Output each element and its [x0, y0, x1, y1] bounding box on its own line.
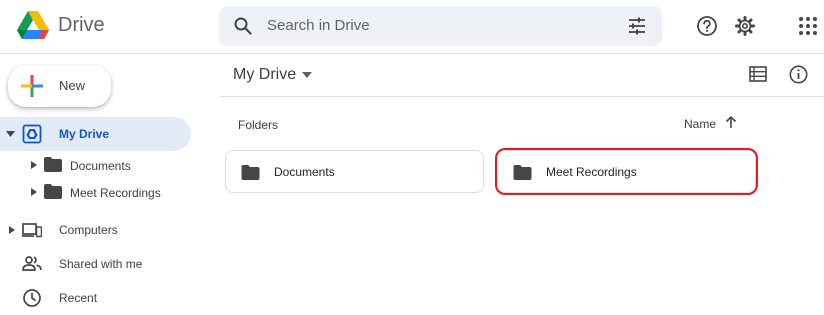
app-name: Drive — [58, 14, 105, 36]
sidebar-item-label: Recent — [59, 291, 98, 305]
sidebar-item-computers[interactable]: Computers — [0, 213, 191, 247]
sidebar-subfolder-documents[interactable]: Documents — [0, 152, 191, 178]
sidebar-item-label: Computers — [59, 223, 118, 237]
sidebar-subfolder-meet-recordings[interactable]: Meet Recordings — [0, 179, 191, 205]
my-drive-icon — [22, 124, 42, 144]
expand-arrow-icon[interactable] — [6, 131, 15, 137]
computers-icon — [22, 223, 42, 238]
top-bar: Drive Search in Drive — [0, 0, 824, 54]
chevron-down-icon[interactable] — [302, 72, 312, 78]
expand-arrow-icon[interactable] — [9, 226, 15, 234]
sidebar-item-recent[interactable]: Recent — [0, 281, 191, 315]
info-icon[interactable] — [789, 65, 808, 84]
folder-icon — [44, 157, 62, 172]
folder-name: Documents — [274, 165, 335, 179]
settings-icon[interactable] — [734, 15, 756, 37]
folder-name: Meet Recordings — [546, 165, 637, 179]
sidebar-subfolder-label: Documents — [70, 159, 131, 173]
clock-icon — [23, 289, 41, 307]
arrow-up-icon[interactable] — [724, 115, 738, 129]
sort-button[interactable]: Name — [684, 117, 716, 131]
section-label: Folders — [238, 118, 279, 132]
folder-icon — [44, 184, 62, 199]
help-icon[interactable] — [696, 15, 718, 37]
expand-arrow-icon[interactable] — [31, 188, 37, 196]
new-button-label: New — [59, 78, 86, 93]
list-view-icon[interactable] — [749, 66, 767, 82]
header-divider — [219, 96, 824, 97]
search-input[interactable]: Search in Drive — [267, 17, 370, 34]
page-title[interactable]: My Drive — [233, 66, 296, 84]
new-button[interactable]: New — [8, 65, 111, 107]
shared-people-icon — [22, 256, 42, 271]
sidebar-item-label: Shared with me — [59, 257, 143, 271]
drive-logo-icon[interactable] — [17, 11, 49, 40]
apps-grid-icon[interactable] — [797, 15, 819, 37]
plus-icon — [21, 75, 43, 97]
search-options-icon[interactable] — [627, 16, 647, 36]
sidebar-item-shared-with-me[interactable]: Shared with me — [0, 247, 191, 281]
folder-icon — [513, 165, 532, 180]
folder-card-documents[interactable]: Documents — [225, 150, 484, 193]
search-bar[interactable]: Search in Drive — [219, 6, 662, 46]
sidebar-subfolder-label: Meet Recordings — [70, 186, 161, 200]
sidebar-item-my-drive[interactable]: My Drive — [0, 117, 191, 151]
sidebar-item-label: My Drive — [59, 127, 110, 141]
folder-icon — [241, 165, 260, 180]
folder-card-meet-recordings[interactable]: Meet Recordings — [495, 148, 758, 195]
expand-arrow-icon[interactable] — [31, 161, 37, 169]
search-icon[interactable] — [233, 16, 253, 36]
